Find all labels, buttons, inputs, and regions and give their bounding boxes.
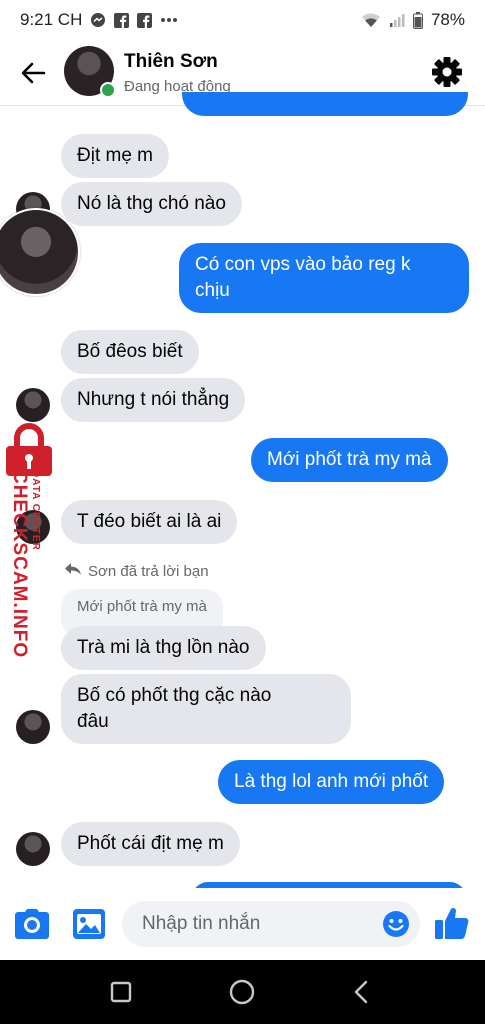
message-bubble-outgoing-partial[interactable] <box>182 92 468 116</box>
status-time: 9:21 CH <box>20 10 83 29</box>
chat-head-avatar[interactable] <box>0 208 80 296</box>
back-arrow-icon[interactable] <box>18 58 48 88</box>
signal-icon <box>389 12 405 28</box>
sender-avatar <box>16 832 50 866</box>
watermark-tag: DATA CENTER <box>30 470 41 551</box>
emoji-icon[interactable] <box>382 910 410 938</box>
circle-nav-icon[interactable] <box>229 979 255 1010</box>
message-composer: Nhập tin nhắn <box>0 888 485 960</box>
watermark-brand: CHECKSCAM.INFO <box>9 470 30 659</box>
reply-arrow-icon <box>64 562 82 580</box>
message-bubble-outgoing[interactable]: Mới phốt trà my mà <box>251 438 448 482</box>
online-indicator <box>100 82 116 98</box>
sender-avatar <box>16 710 50 744</box>
message-line: Bố có phốt thg cặc nào <box>77 685 272 706</box>
message-line: Có con vps vào bảo reg k <box>195 254 411 275</box>
message-bubble-incoming[interactable]: Bố đêos biết <box>61 330 199 374</box>
contact-name[interactable]: Thiên Sơn <box>124 51 218 73</box>
battery-icon <box>412 11 423 29</box>
message-bubble-incoming[interactable]: Phốt cái địt mẹ m <box>61 822 240 866</box>
message-line: chịu <box>195 280 230 301</box>
reply-note-text: Sơn đã trả lời bạn <box>88 562 209 580</box>
back-nav-icon[interactable] <box>352 980 370 1009</box>
camera-icon[interactable] <box>14 908 50 945</box>
facebook-notification-icon <box>114 12 130 28</box>
status-bar: 9:21 CH 78% <box>0 0 485 40</box>
square-nav-icon[interactable] <box>110 981 132 1008</box>
battery-percent: 78% <box>430 10 465 29</box>
wifi-icon <box>361 12 381 28</box>
android-navigation-bar <box>0 960 485 1024</box>
message-input[interactable]: Nhập tin nhắn <box>122 901 420 947</box>
messenger-notification-icon <box>90 12 106 28</box>
facebook-notification-icon-2 <box>137 12 153 28</box>
message-input-placeholder: Nhập tin nhắn <box>142 913 261 934</box>
reply-indicator: Sơn đã trả lời bạn <box>64 562 209 580</box>
message-bubble-incoming[interactable]: T đéo biết ai là ai <box>61 500 238 544</box>
message-bubble-outgoing[interactable]: Có con vps vào bảo reg k chịu <box>179 243 469 313</box>
like-icon[interactable] <box>434 906 470 945</box>
message-bubble-incoming[interactable]: Nhưng t nói thẳng <box>61 378 246 422</box>
message-bubble-incoming[interactable]: Bố có phốt thg cặc nào đâu <box>61 674 351 744</box>
message-bubble-incoming[interactable]: Địt mẹ m <box>61 134 169 178</box>
sender-avatar <box>16 388 50 422</box>
message-bubble-incoming[interactable]: Nó là thg chó nào <box>61 182 242 226</box>
message-bubble-outgoing[interactable]: Là thg lol anh mới phốt <box>218 760 445 804</box>
message-bubble-incoming[interactable]: Trà mi là thg lồn nào <box>61 626 266 670</box>
gear-icon[interactable] <box>430 55 464 89</box>
more-dots-icon <box>160 17 178 23</box>
message-line: đâu <box>77 711 109 732</box>
gallery-icon[interactable] <box>72 908 106 945</box>
